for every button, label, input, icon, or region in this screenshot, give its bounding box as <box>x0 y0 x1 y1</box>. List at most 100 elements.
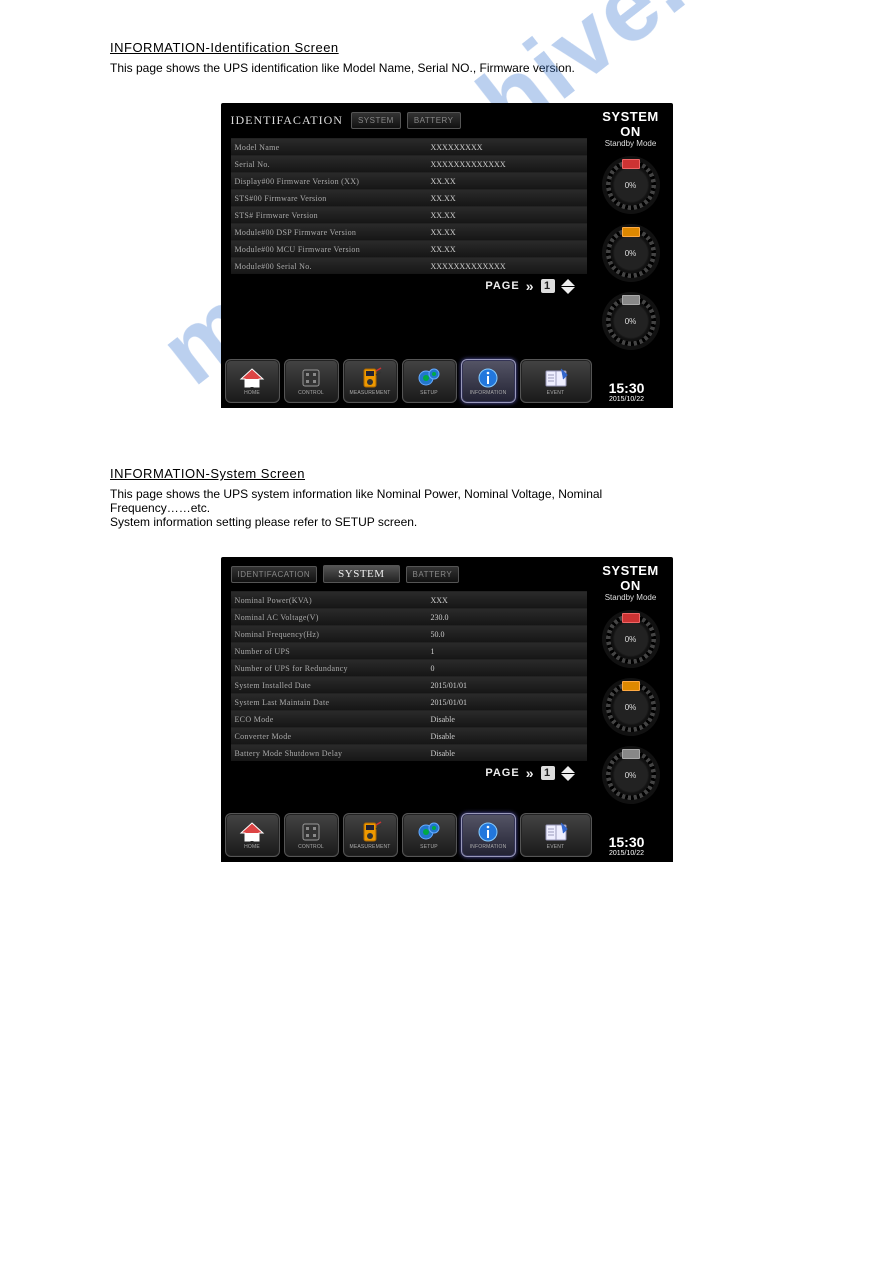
nav-home-button[interactable]: HOME <box>225 359 280 403</box>
row-label: ECO Mode <box>231 715 421 724</box>
nav-information-button[interactable]: INFORMATION <box>461 813 516 857</box>
gauge-battery: 0% <box>602 678 660 736</box>
table-row: Serial No.XXXXXXXXXXXXX <box>231 155 587 172</box>
table-row: Battery Mode Shutdown DelayDisable <box>231 744 587 761</box>
clock-display: 15:302015/10/22 <box>596 834 658 857</box>
gauge-output: 0% <box>602 746 660 804</box>
row-label: Serial No. <box>231 160 421 169</box>
row-label: Nominal AC Voltage(V) <box>231 613 421 622</box>
page-chevrons-icon: » <box>526 278 535 294</box>
page-label: PAGE <box>485 280 519 292</box>
row-value: XXXXXXXXXXXXX <box>421 262 587 271</box>
page-up-button[interactable] <box>561 279 575 286</box>
gauge-load: 0% <box>602 610 660 668</box>
table-row: STS#00 Firmware VersionXX.XX <box>231 189 587 206</box>
table-row: Nominal Frequency(Hz)50.0 <box>231 625 587 642</box>
table-row: Converter ModeDisable <box>231 727 587 744</box>
row-label: System Installed Date <box>231 681 421 690</box>
row-value: XXXXXXXXXXXXX <box>421 160 587 169</box>
row-value: Disable <box>421 749 587 758</box>
row-label: Display#00 Firmware Version (XX) <box>231 177 421 186</box>
row-value: XX.XX <box>421 245 587 254</box>
nav-label: MEASUREMENT <box>349 390 390 396</box>
gauge-red-icon <box>622 159 640 169</box>
nav-label: EVENT <box>547 844 565 850</box>
table-row: System Installed Date2015/01/01 <box>231 676 587 693</box>
row-label: Module#00 DSP Firmware Version <box>231 228 421 237</box>
gauge-grey-icon <box>622 295 640 305</box>
gauge-red-icon <box>622 613 640 623</box>
nav-information-button[interactable]: INFORMATION <box>461 359 516 403</box>
setup-icon <box>416 367 442 389</box>
measure-icon <box>357 821 383 843</box>
nav-label: CONTROL <box>298 844 324 850</box>
nav-label: EVENT <box>547 390 565 396</box>
nav-label: CONTROL <box>298 390 324 396</box>
page-chevrons-icon: » <box>526 765 535 781</box>
row-value: Disable <box>421 715 587 724</box>
row-value: XX.XX <box>421 194 587 203</box>
nav-label: SETUP <box>420 390 438 396</box>
ups-screenshot-identification: IDENTIFACATION SYSTEM BATTERY Model Name… <box>221 103 673 408</box>
row-label: Converter Mode <box>231 732 421 741</box>
row-label: System Last Maintain Date <box>231 698 421 707</box>
clock-time: 15:30 <box>609 380 645 396</box>
system-mode: Standby Mode <box>605 139 657 148</box>
nav-label: INFORMATION <box>470 390 507 396</box>
row-value: XXX <box>421 596 587 605</box>
nav-control-button[interactable]: CONTROL <box>284 813 339 857</box>
tab-identification[interactable]: IDENTIFACATION <box>231 566 318 583</box>
row-label: STS# Firmware Version <box>231 211 421 220</box>
page-number: 1 <box>541 766 555 780</box>
page-number: 1 <box>541 279 555 293</box>
row-label: Battery Mode Shutdown Delay <box>231 749 421 758</box>
gauge-output: 0% <box>602 292 660 350</box>
tab-battery[interactable]: BATTERY <box>406 566 460 583</box>
page-down-button[interactable] <box>561 774 575 781</box>
row-label: Module#00 MCU Firmware Version <box>231 245 421 254</box>
nav-measurement-button[interactable]: MEASUREMENT <box>343 359 398 403</box>
table-row: Number of UPS for Redundancy0 <box>231 659 587 676</box>
page-down-button[interactable] <box>561 287 575 294</box>
table-row: Number of UPS1 <box>231 642 587 659</box>
nav-control-button[interactable]: CONTROL <box>284 359 339 403</box>
event-icon <box>543 821 569 843</box>
row-label: Nominal Frequency(Hz) <box>231 630 421 639</box>
nav-measurement-button[interactable]: MEASUREMENT <box>343 813 398 857</box>
page-up-button[interactable] <box>561 766 575 773</box>
row-label: Module#00 Serial No. <box>231 262 421 271</box>
row-label: Model Name <box>231 143 421 152</box>
nav-setup-button[interactable]: SETUP <box>402 359 457 403</box>
system-status-title: SYSTEM ON <box>593 563 669 593</box>
control-icon <box>298 821 324 843</box>
nav-setup-button[interactable]: SETUP <box>402 813 457 857</box>
gauge-amber-icon <box>622 681 640 691</box>
section-2-title: INFORMATION-System Screen <box>110 466 783 481</box>
gauge-grey-icon <box>622 749 640 759</box>
tab-battery[interactable]: BATTERY <box>407 112 461 129</box>
nav-event-button[interactable]: EVENT <box>520 813 592 857</box>
table-row: Module#00 Serial No.XXXXXXXXXXXXX <box>231 257 587 274</box>
measure-icon <box>357 367 383 389</box>
table-row: Nominal Power(KVA)XXX <box>231 591 587 608</box>
nav-label: MEASUREMENT <box>349 844 390 850</box>
table-row: Nominal AC Voltage(V)230.0 <box>231 608 587 625</box>
ups-screenshot-system: IDENTIFACATION SYSTEM BATTERY Nominal Po… <box>221 557 673 862</box>
tab-system[interactable]: SYSTEM <box>351 112 401 129</box>
info-icon <box>475 367 501 389</box>
nav-label: HOME <box>244 390 260 396</box>
tab-system[interactable]: SYSTEM <box>323 565 399 583</box>
row-value: XX.XX <box>421 228 587 237</box>
row-label: Number of UPS for Redundancy <box>231 664 421 673</box>
row-label: Number of UPS <box>231 647 421 656</box>
tab-identification[interactable]: IDENTIFACATION <box>231 111 345 130</box>
clock-time: 15:30 <box>609 834 645 850</box>
nav-event-button[interactable]: EVENT <box>520 359 592 403</box>
nav-label: HOME <box>244 844 260 850</box>
nav-home-button[interactable]: HOME <box>225 813 280 857</box>
gauge-load: 0% <box>602 156 660 214</box>
row-value: XXXXXXXXX <box>421 143 587 152</box>
system-mode: Standby Mode <box>605 593 657 602</box>
gauge-battery: 0% <box>602 224 660 282</box>
table-row: Model NameXXXXXXXXX <box>231 138 587 155</box>
